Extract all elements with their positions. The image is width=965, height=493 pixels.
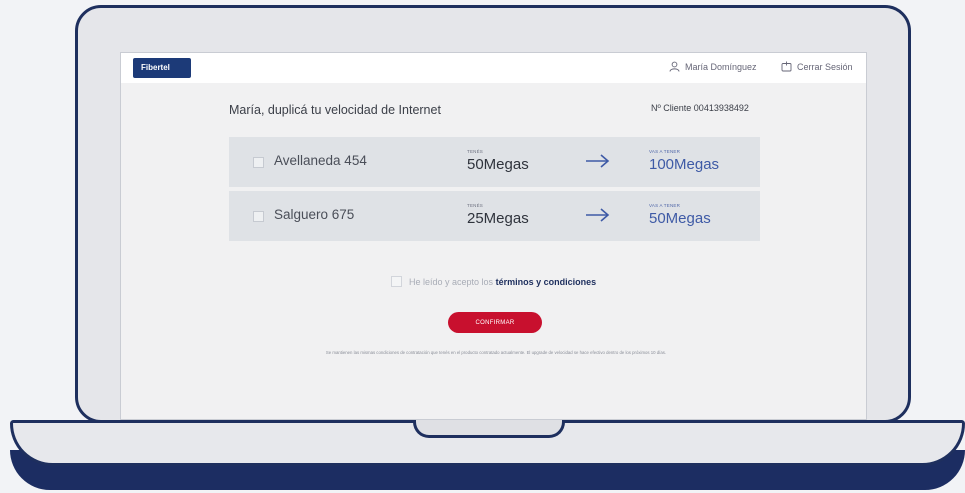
current-speed-caption: TENÉS xyxy=(467,149,484,154)
current-speed: 25Megas xyxy=(467,210,529,227)
logout-button[interactable]: Cerrar Sesión xyxy=(781,61,853,72)
disclaimer-text: Se mantienen las mismas condiciones de c… xyxy=(325,350,667,355)
laptop-notch xyxy=(413,420,565,438)
fibertel-logo[interactable]: Fibertel xyxy=(133,58,191,78)
top-bar: Fibertel María Domínguez Cerrar Sesión xyxy=(121,53,866,83)
new-speed-caption: VAS A TENER xyxy=(649,149,681,154)
terms-acceptance: He leído y acepto los términos y condici… xyxy=(391,276,596,287)
current-speed-caption: TENÉS xyxy=(467,203,484,208)
logout-icon xyxy=(781,61,792,72)
plan-row[interactable]: Avellaneda 454 TENÉS 50Megas VAS A TENER… xyxy=(229,137,760,187)
logout-label: Cerrar Sesión xyxy=(797,61,853,72)
terms-link[interactable]: términos y condiciones xyxy=(496,277,597,287)
plan-row[interactable]: Salguero 675 TENÉS 25Megas VAS A TENER 5… xyxy=(229,191,760,241)
address-checkbox[interactable] xyxy=(253,157,264,168)
user-name: María Domínguez xyxy=(685,61,757,72)
confirm-button[interactable]: CONFIRMAR xyxy=(448,312,542,333)
laptop-screen: Fibertel María Domínguez Cerrar Sesión M… xyxy=(120,52,867,420)
user-icon xyxy=(669,61,680,72)
arrow-right-icon xyxy=(586,208,610,222)
address-label: Salguero 675 xyxy=(274,207,355,222)
terms-prefix: He leído y acepto los xyxy=(409,276,494,287)
address-checkbox[interactable] xyxy=(253,211,264,222)
address-label: Avellaneda 454 xyxy=(274,153,367,168)
arrow-right-icon xyxy=(586,154,610,168)
new-speed: 50Megas xyxy=(649,210,711,227)
client-number: Nº Cliente 00413938492 xyxy=(651,103,749,113)
user-menu[interactable]: María Domínguez xyxy=(669,61,757,72)
page-title: María, duplicá tu velocidad de Internet xyxy=(229,103,441,117)
terms-checkbox[interactable] xyxy=(391,276,402,287)
new-speed: 100Megas xyxy=(649,156,720,173)
current-speed: 50Megas xyxy=(467,156,529,173)
new-speed-caption: VAS A TENER xyxy=(649,203,681,208)
